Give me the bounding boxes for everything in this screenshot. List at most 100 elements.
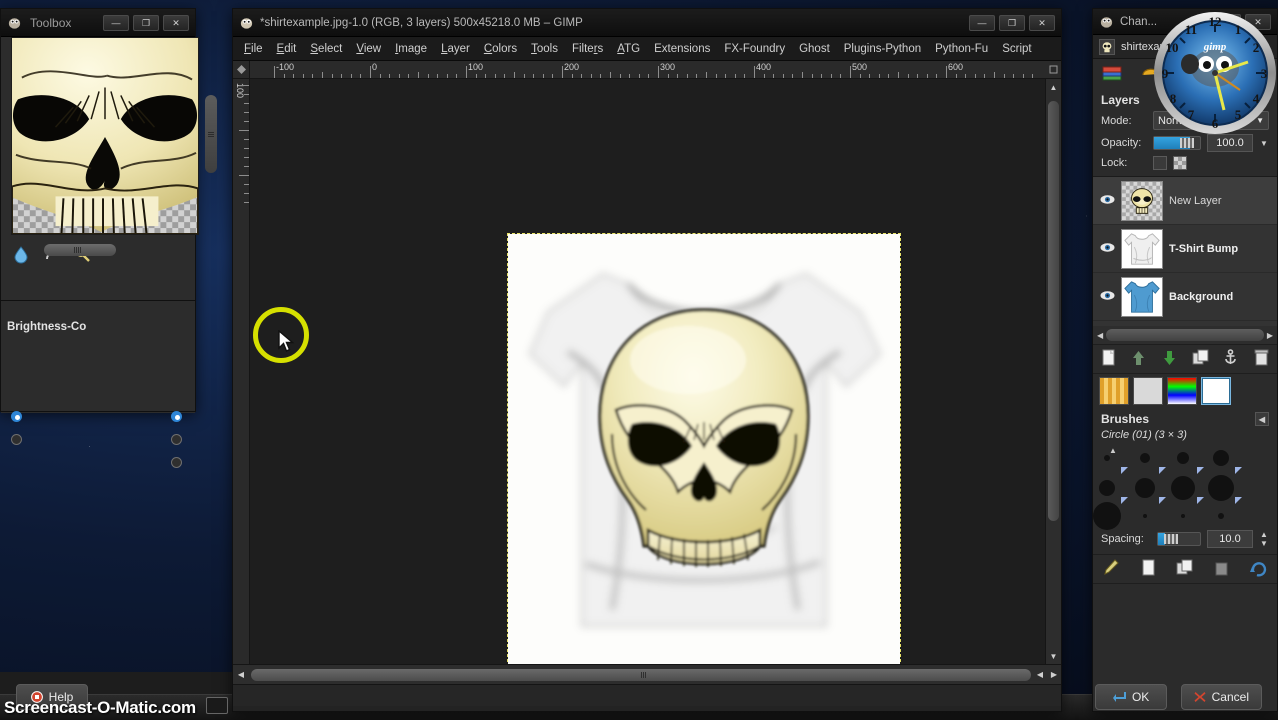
brush-swatch[interactable] — [1213, 450, 1229, 466]
displace-preview[interactable] — [11, 37, 199, 235]
brush-swatch[interactable] — [1177, 452, 1189, 464]
layers-scroll-left-arrow[interactable]: ◀ — [1097, 331, 1103, 340]
brush-swatch[interactable] — [1140, 453, 1150, 463]
image-window-titlebar[interactable]: *shirtexample.jpg-1.0 (RGB, 3 layers) 50… — [233, 9, 1061, 37]
new-layer-icon[interactable] — [1099, 348, 1118, 370]
scroll-down-arrow[interactable]: ▼ — [1046, 648, 1061, 664]
blur-sharpen-icon[interactable] — [7, 239, 36, 269]
brushes-menu-icon[interactable]: ◀ — [1255, 412, 1269, 426]
brushes-tab-alt[interactable] — [1133, 377, 1163, 405]
opacity-value[interactable]: 100.0 — [1207, 134, 1253, 152]
layer-row[interactable]: Background — [1093, 273, 1277, 321]
menu-item-ghost[interactable]: Ghost — [792, 40, 837, 58]
opacity-slider[interactable] — [1153, 136, 1201, 150]
duplicate-layer-icon[interactable] — [1191, 348, 1210, 370]
layer-visibility-toggle[interactable] — [1099, 242, 1115, 256]
brush-swatch[interactable] — [1104, 455, 1110, 461]
brushes-tab[interactable] — [1201, 377, 1231, 405]
image-window[interactable]: *shirtexample.jpg-1.0 (RGB, 3 layers) 50… — [232, 8, 1062, 712]
anchor-layer-icon[interactable] — [1221, 348, 1240, 370]
edge-behavior-radio[interactable] — [171, 457, 182, 468]
preview-vertical-scroll-thumb[interactable] — [205, 95, 217, 173]
layer-thumbnail[interactable] — [1121, 181, 1163, 221]
brush-swatch[interactable] — [1218, 513, 1224, 519]
refresh-brushes-icon[interactable] — [1249, 558, 1268, 580]
vertical-scroll-thumb[interactable] — [1048, 101, 1059, 521]
brush-swatch-generated[interactable] — [1121, 497, 1128, 504]
horizontal-scroll-thumb[interactable] — [251, 669, 1031, 681]
edge-behavior-radio[interactable] — [171, 411, 182, 422]
layers-tab-icon[interactable] — [1101, 64, 1125, 84]
layer-visibility-toggle[interactable] — [1099, 290, 1115, 304]
spacing-slider[interactable] — [1157, 532, 1201, 546]
brush-swatch-generated[interactable] — [1197, 467, 1204, 474]
layer-action-buttons[interactable] — [1093, 344, 1277, 374]
layer-row[interactable]: New Layer — [1093, 177, 1277, 225]
lower-layer-icon[interactable] — [1160, 348, 1179, 370]
lock-pixels-toggle[interactable] — [1153, 156, 1167, 170]
delete-layer-icon[interactable] — [1252, 348, 1271, 370]
layers-scroll-right-arrow[interactable]: ▶ — [1267, 331, 1273, 340]
menu-item-image[interactable]: Image — [388, 40, 434, 58]
layer-lock-row[interactable]: Lock: — [1093, 154, 1277, 172]
menu-item-script[interactable]: Script — [995, 40, 1038, 58]
brush-swatch[interactable] — [1208, 475, 1234, 501]
spacing-spinner[interactable]: ▲▼ — [1259, 530, 1269, 548]
spacing-value[interactable]: 10.0 — [1207, 530, 1253, 548]
brush-scroll-up[interactable]: ▲ — [1109, 446, 1117, 455]
lock-alpha-toggle[interactable] — [1173, 156, 1187, 170]
brush-spacing-row[interactable]: Spacing: 10.0 ▲▼ — [1093, 528, 1277, 550]
image-close-button[interactable]: ✕ — [1029, 15, 1055, 31]
resource-tab-row[interactable] — [1093, 374, 1277, 408]
opacity-spin-down[interactable]: ▼ — [1259, 139, 1269, 148]
patterns-tab[interactable] — [1099, 377, 1129, 405]
ruler-origin-button[interactable] — [233, 61, 250, 79]
image-canvas[interactable] — [250, 79, 1045, 664]
cancel-button[interactable]: Cancel — [1181, 684, 1262, 710]
layers-scroll-thumb[interactable] — [1106, 329, 1264, 341]
displacement-mode-radio[interactable] — [11, 411, 22, 422]
brush-swatch[interactable] — [1093, 502, 1121, 530]
canvas-horizontal-scrollbar[interactable]: ◀ ◀ ▶ — [233, 664, 1061, 684]
menu-bar[interactable]: FileEditSelectViewImageLayerColorsToolsF… — [233, 37, 1061, 61]
image-maximize-button[interactable]: ❐ — [999, 15, 1025, 31]
menu-item-view[interactable]: View — [349, 40, 388, 58]
toolbox-titlebar[interactable]: Toolbox — ❐ ✕ — [1, 9, 195, 37]
brush-swatch-generated[interactable] — [1235, 467, 1242, 474]
vertical-ruler[interactable]: 100 — [233, 79, 250, 664]
edge-behavior-radio[interactable] — [171, 434, 182, 445]
displacement-mode-radio[interactable] — [11, 434, 22, 445]
ok-button[interactable]: OK — [1095, 684, 1167, 710]
menu-item-colors[interactable]: Colors — [477, 40, 524, 58]
brightness-contrast-window[interactable]: Brightness-Co — [0, 300, 196, 412]
brush-swatch[interactable] — [1181, 514, 1185, 518]
brush-action-buttons[interactable] — [1093, 554, 1277, 584]
menu-item-plugins-python[interactable]: Plugins-Python — [837, 40, 928, 58]
image-window-buttons[interactable]: — ❐ ✕ — [969, 15, 1055, 31]
brush-swatch-generated[interactable] — [1159, 467, 1166, 474]
raise-layer-icon[interactable] — [1129, 348, 1148, 370]
duplicate-brush-icon[interactable] — [1175, 558, 1194, 580]
menu-item-file[interactable]: File — [237, 40, 270, 58]
scroll-right-arrow[interactable]: ▶ — [1047, 667, 1061, 683]
brush-swatch[interactable] — [1099, 480, 1115, 496]
scroll-left-arrow-2[interactable]: ◀ — [1033, 667, 1047, 683]
layer-thumbnail[interactable] — [1121, 277, 1163, 317]
delete-brush-icon[interactable] — [1212, 558, 1231, 580]
menu-item-atg[interactable]: ATG — [610, 40, 647, 58]
brush-swatch[interactable] — [1143, 514, 1147, 518]
brush-swatch-generated[interactable] — [1121, 467, 1128, 474]
preview-horizontal-scroll-thumb[interactable] — [44, 244, 116, 256]
menu-item-extensions[interactable]: Extensions — [647, 40, 717, 58]
layer-row[interactable]: T-Shirt Bump — [1093, 225, 1277, 273]
brush-swatch-generated[interactable] — [1197, 497, 1204, 504]
menu-item-fx-foundry[interactable]: FX-Foundry — [717, 40, 792, 58]
scroll-up-arrow[interactable]: ▲ — [1046, 79, 1061, 95]
toolbox-close-button[interactable]: ✕ — [163, 15, 189, 31]
canvas-artwork[interactable] — [508, 234, 900, 664]
layers-horizontal-scrollbar[interactable]: ◀ ▶ — [1093, 326, 1277, 344]
layers-list[interactable]: New LayerT-Shirt BumpBackground — [1093, 176, 1277, 326]
menu-item-layer[interactable]: Layer — [434, 40, 477, 58]
quickmask-corner[interactable] — [1045, 61, 1061, 79]
menu-item-edit[interactable]: Edit — [270, 40, 304, 58]
